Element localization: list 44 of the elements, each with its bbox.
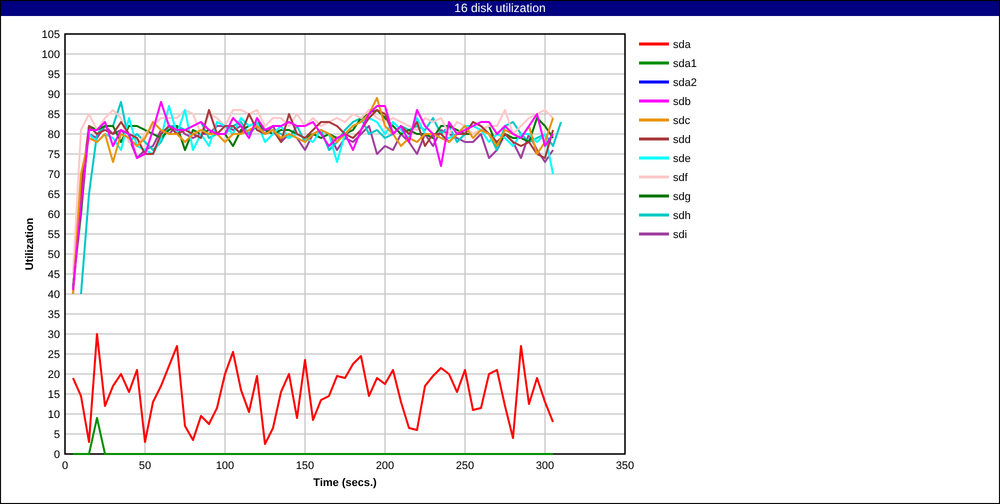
tick-label: 300: [536, 460, 554, 472]
tick-label: 45: [48, 269, 60, 281]
tick-label: 60: [48, 209, 60, 221]
legend-label: sde: [673, 153, 691, 165]
window-title: 16 disk utilization: [1, 1, 999, 16]
tick-label: 50: [138, 460, 152, 472]
legend-label: sda1: [673, 58, 697, 70]
tick-label: 65: [48, 189, 60, 201]
legend-label: sdd: [673, 134, 691, 146]
tick-label: 0: [54, 449, 60, 461]
legend-label: sda: [673, 39, 691, 51]
legend-label: sdg: [673, 191, 691, 203]
tick-label: 55: [48, 229, 60, 241]
legend-label: sdf: [673, 172, 688, 184]
tick-label: 100: [42, 49, 60, 61]
tick-label: 40: [48, 289, 60, 301]
tick-label: 80: [48, 129, 60, 141]
tick-label: 250: [456, 460, 474, 472]
tick-label: 30: [48, 329, 60, 341]
tick-label: 75: [48, 149, 60, 161]
legend-label: sdb: [673, 96, 691, 108]
tick-label: 50: [48, 249, 60, 261]
legend-label: sdi: [673, 229, 688, 241]
legend-label: sdh: [673, 210, 691, 222]
legend-label: sdc: [673, 115, 690, 127]
tick-label: 70: [48, 169, 60, 181]
tick-label: 105: [42, 29, 60, 41]
tick-label: 85: [48, 109, 60, 121]
axis-title: Time (secs.): [313, 477, 377, 489]
tick-label: 150: [296, 460, 314, 472]
tick-label: 35: [48, 309, 60, 321]
tick-label: 350: [616, 460, 634, 472]
tick-label: 90: [48, 89, 60, 101]
axis-title: Utilization: [24, 218, 36, 270]
tick-label: 25: [48, 349, 60, 361]
tick-label: 95: [48, 69, 60, 81]
tick-label: 20: [48, 369, 60, 381]
legend-label: sda2: [673, 77, 697, 89]
tick-label: 0: [62, 460, 68, 472]
tick-label: 5: [54, 429, 60, 441]
tick-label: 10: [48, 409, 60, 421]
tick-label: 100: [216, 460, 234, 472]
tick-label: 200: [376, 460, 394, 472]
tick-label: 15: [48, 389, 60, 401]
